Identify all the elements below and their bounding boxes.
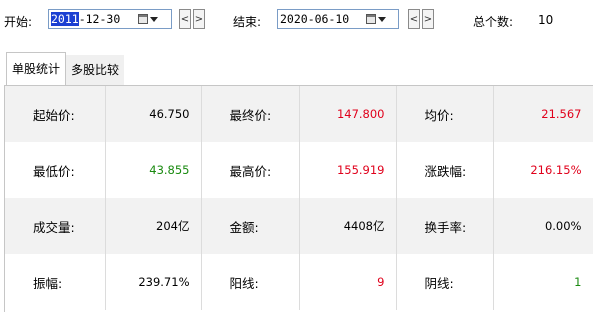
stat-value: 155.919 (299, 142, 397, 198)
stat-label: 涨跌幅: (396, 142, 494, 198)
stat-label: 最终价: (201, 86, 300, 142)
end-date-picker[interactable]: 2020-06-10 (277, 9, 399, 29)
end-prev-button[interactable]: < (408, 9, 420, 29)
start-date-rest[interactable]: -12-30 (79, 12, 121, 26)
stat-value: 147.800 (299, 86, 397, 142)
toolbar: 开始: 2011-12-30 < > 结束: 2020-06-10 < > 总个… (0, 0, 593, 44)
tab-multi-stock-compare[interactable]: 多股比较 (66, 55, 125, 85)
stat-label: 成交量: (5, 198, 106, 254)
stat-value: 4408亿 (299, 198, 397, 254)
end-date-label: 结束: (233, 15, 262, 29)
end-date-dropdown-button[interactable] (366, 11, 390, 27)
dropdown-arrow-icon (378, 16, 386, 22)
tab-single-stock-stats[interactable]: 单股统计 (6, 52, 67, 85)
start-date-dropdown-button[interactable] (138, 11, 162, 27)
stat-value: 46.750 (105, 86, 202, 142)
chevron-left-icon: < (180, 13, 190, 25)
stats-panel: 起始价: 46.750 最终价: 147.800 均价: 21.567 最低价: 43.855… (4, 85, 593, 312)
stat-label: 起始价: (5, 86, 106, 142)
stat-value: 204亿 (105, 198, 202, 254)
stat-value: 216.15% (493, 142, 593, 198)
end-next-button[interactable]: > (422, 9, 434, 29)
total-count-value: 10 (538, 13, 554, 27)
stat-value: 9 (299, 254, 397, 310)
total-count-label: 总个数: (473, 15, 514, 29)
stats-row: 成交量: 204亿 金额: 4408亿 换手率: 0.00% (5, 198, 593, 254)
tab-bar: 单股统计 多股比较 (6, 52, 125, 85)
start-date-nav: < > (179, 9, 207, 29)
stat-label: 阳线: (201, 254, 300, 310)
end-date-value[interactable]: 2020-06-10 (278, 12, 349, 26)
stat-value: 43.855 (105, 142, 202, 198)
start-date-year-selected[interactable]: 2011 (51, 12, 79, 26)
calendar-icon (138, 14, 148, 24)
stat-value: 0.00% (493, 198, 593, 254)
stats-table: 起始价: 46.750 最终价: 147.800 均价: 21.567 最低价: 43.855… (5, 86, 593, 310)
stats-row: 起始价: 46.750 最终价: 147.800 均价: 21.567 (5, 86, 593, 142)
stats-row: 振幅: 239.71% 阳线: 9 阴线: 1 (5, 254, 593, 310)
start-next-button[interactable]: > (193, 9, 205, 29)
stat-value: 1 (493, 254, 593, 310)
start-date-label: 开始: (4, 15, 33, 29)
chevron-left-icon: < (409, 13, 419, 25)
start-date-value[interactable]: 2011-12-30 (49, 12, 120, 26)
stat-label: 阴线: (396, 254, 494, 310)
chevron-right-icon: > (194, 13, 204, 25)
chevron-right-icon: > (423, 13, 433, 25)
start-date-picker[interactable]: 2011-12-30 (48, 9, 172, 29)
stat-label: 金额: (201, 198, 300, 254)
stat-label: 振幅: (5, 254, 106, 310)
end-date-nav: < > (408, 9, 436, 29)
start-prev-button[interactable]: < (179, 9, 191, 29)
stat-label: 均价: (396, 86, 494, 142)
stat-label: 换手率: (396, 198, 494, 254)
dropdown-arrow-icon (150, 16, 158, 22)
stat-value: 21.567 (493, 86, 593, 142)
stat-label: 最低价: (5, 142, 106, 198)
calendar-icon (366, 14, 376, 24)
stat-value: 239.71% (105, 254, 202, 310)
stat-label: 最高价: (201, 142, 300, 198)
stats-row: 最低价: 43.855 最高价: 155.919 涨跌幅: 216.15% (5, 142, 593, 198)
